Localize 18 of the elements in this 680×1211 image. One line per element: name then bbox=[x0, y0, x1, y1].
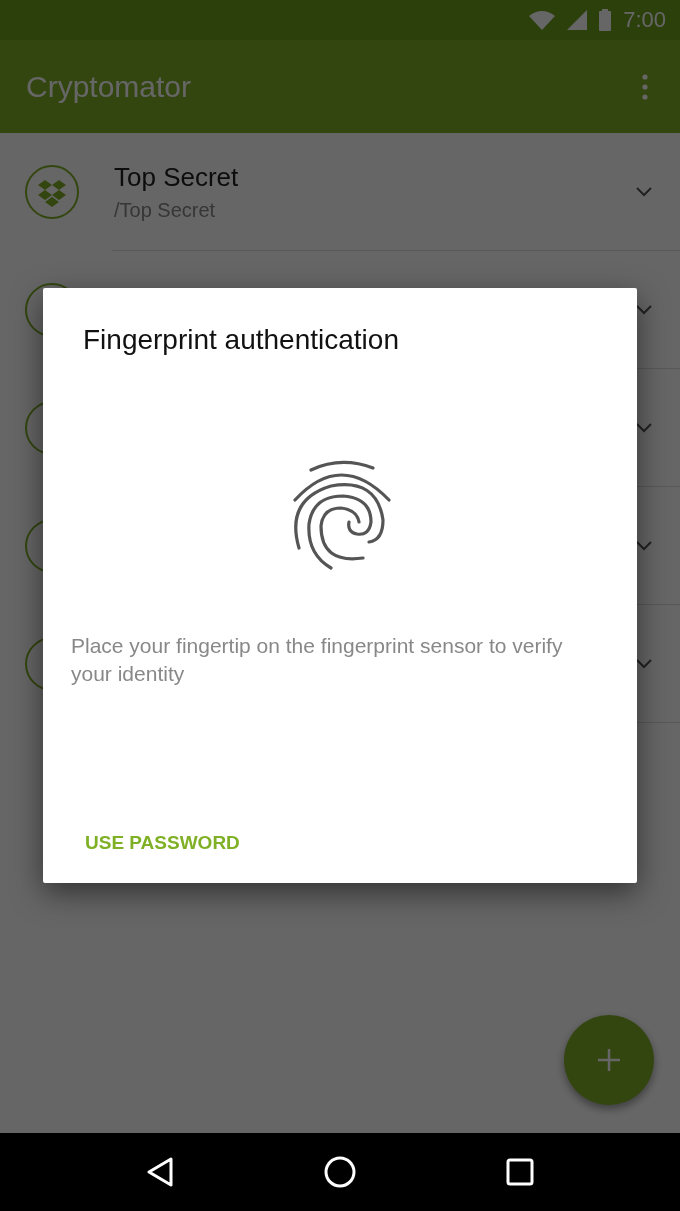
chevron-down-icon[interactable] bbox=[636, 423, 652, 433]
dialog-title: Fingerprint authentication bbox=[83, 324, 400, 356]
dialog-message: Place your fingertip on the fingerprint sensor to verify your identity bbox=[71, 633, 564, 687]
chevron-down-icon[interactable] bbox=[636, 305, 652, 315]
clock-time: 7:00 bbox=[623, 7, 666, 33]
chevron-down-icon[interactable] bbox=[636, 659, 652, 669]
use-password-button[interactable]: USE PASSWORD bbox=[75, 824, 250, 862]
wifi-icon bbox=[529, 10, 556, 30]
cell-signal-icon bbox=[567, 10, 588, 30]
app-title: Cryptomator bbox=[26, 69, 192, 104]
fingerprint-icon bbox=[291, 460, 391, 572]
plus-icon bbox=[598, 1049, 620, 1071]
recents-icon[interactable] bbox=[506, 1158, 534, 1186]
home-icon[interactable] bbox=[324, 1156, 356, 1188]
chevron-down-icon[interactable] bbox=[636, 541, 652, 551]
battery-icon bbox=[599, 9, 612, 31]
back-icon[interactable] bbox=[146, 1157, 174, 1187]
vault-name: Top Secret bbox=[114, 162, 240, 193]
